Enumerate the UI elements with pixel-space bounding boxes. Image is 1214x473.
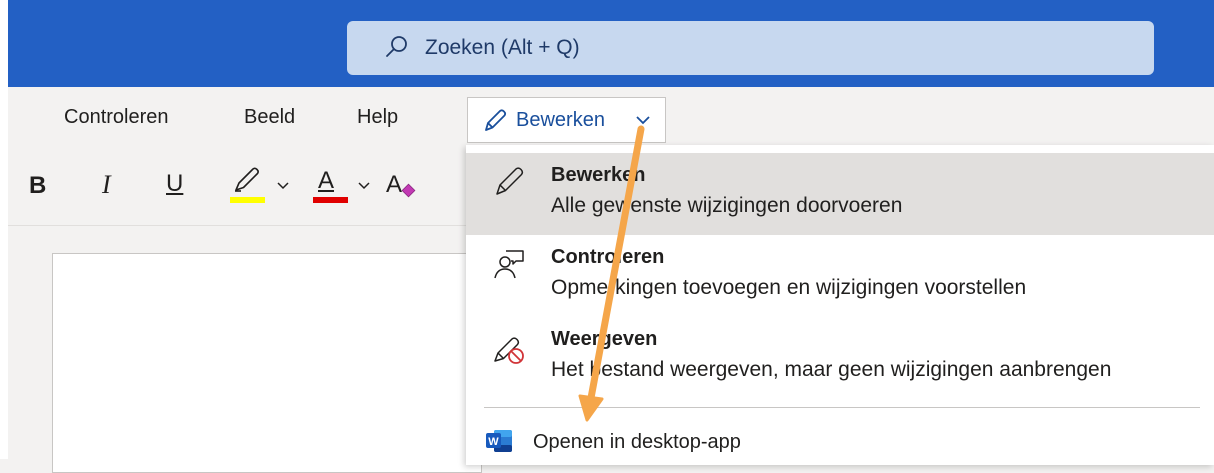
open-in-desktop-app-label: Openen in desktop-app xyxy=(533,431,741,453)
chevron-down-icon[interactable] xyxy=(357,181,371,191)
editing-mode-label: Bewerken xyxy=(516,109,605,131)
font-color-button[interactable]: A xyxy=(312,164,350,206)
italic-button[interactable]: I xyxy=(102,170,111,200)
search-input[interactable]: Zoeken (Alt + Q) xyxy=(347,21,1154,75)
clear-formatting-button[interactable]: A xyxy=(384,166,420,202)
chevron-down-icon[interactable] xyxy=(276,181,290,191)
chevron-down-icon xyxy=(636,116,650,125)
menu-item-title: Controleren xyxy=(551,246,665,268)
document-page[interactable] xyxy=(52,253,482,473)
bold-button[interactable]: B xyxy=(29,171,46,201)
tab-beeld[interactable]: Beeld xyxy=(244,103,295,131)
header-bar: Zoeken (Alt + Q) xyxy=(0,0,1214,87)
search-icon xyxy=(386,36,407,57)
highlight-button[interactable] xyxy=(230,166,266,206)
menu-item-description: Opmerkingen toevoegen en wijzigingen voo… xyxy=(551,276,1027,299)
menu-separator xyxy=(484,407,1200,408)
clear-formatting-icon: A xyxy=(386,171,416,198)
editing-mode-dropdown: Bewerken Alle gewenste wijzigingen doorv… xyxy=(466,145,1214,465)
menu-item-bewerken[interactable]: Bewerken Alle gewenste wijzigingen doorv… xyxy=(466,153,1214,235)
window-edge xyxy=(0,0,8,459)
menu-item-title: Bewerken xyxy=(551,164,646,186)
svg-text:A: A xyxy=(386,171,402,198)
ribbon-divider xyxy=(8,225,478,226)
pencil-icon xyxy=(496,167,524,195)
highlight-color-bar xyxy=(230,197,265,203)
menu-item-description: Het bestand weergeven, maar geen wijzigi… xyxy=(551,358,1112,381)
menu-item-weergeven[interactable]: Weergeven Het bestand weergeven, maar ge… xyxy=(466,315,1214,399)
editing-mode-button[interactable]: Bewerken xyxy=(467,97,666,143)
svg-text:W: W xyxy=(488,436,499,448)
highlighter-icon xyxy=(235,167,259,192)
review-person-icon xyxy=(494,250,524,279)
pencil-icon xyxy=(485,109,507,131)
menu-item-title: Weergeven xyxy=(551,328,658,350)
search-placeholder: Zoeken (Alt + Q) xyxy=(425,36,580,59)
menu-item-description: Alle gewenste wijzigingen doorvoeren xyxy=(551,194,903,217)
menu-item-controleren[interactable]: Controleren Opmerkingen toevoegen en wij… xyxy=(466,235,1214,315)
font-color-letter: A xyxy=(318,167,335,194)
font-color-bar xyxy=(313,197,348,203)
word-icon: W xyxy=(486,430,512,452)
open-in-desktop-app[interactable]: W Openen in desktop-app xyxy=(466,420,1214,460)
view-no-edit-icon xyxy=(494,337,524,364)
tab-controleren[interactable]: Controleren xyxy=(64,103,169,131)
tab-help[interactable]: Help xyxy=(357,103,398,131)
underline-button[interactable]: U xyxy=(166,169,183,199)
